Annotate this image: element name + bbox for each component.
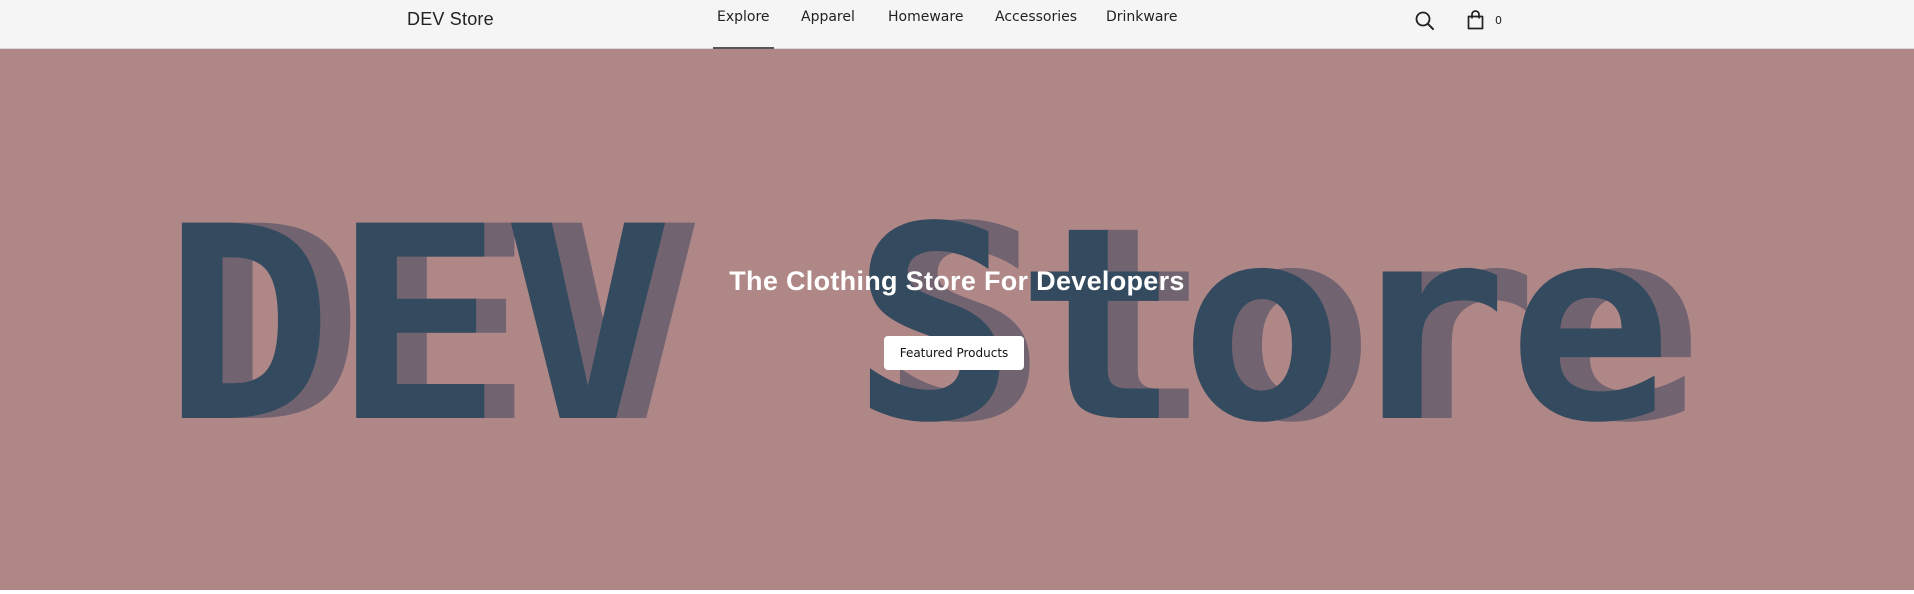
hero-title: The Clothing Store For Developers bbox=[729, 266, 1185, 296]
site-header: DEV Store Explore Apparel Homeware Acces… bbox=[0, 0, 1914, 49]
nav-item-explore[interactable]: Explore bbox=[713, 9, 774, 49]
nav-item-apparel[interactable]: Apparel bbox=[801, 9, 855, 25]
brand-logo[interactable]: DEV Store bbox=[407, 9, 494, 30]
featured-products-button[interactable]: Featured Products bbox=[884, 336, 1024, 370]
nav-item-homeware[interactable]: Homeware bbox=[888, 9, 963, 25]
shopping-bag-icon[interactable] bbox=[1465, 9, 1487, 31]
search-icon[interactable] bbox=[1414, 10, 1436, 32]
hero-art-word-store: Store bbox=[852, 170, 1672, 482]
hero-background-art: DEV Store DEV Store bbox=[163, 170, 1702, 482]
nav-item-accessories[interactable]: Accessories bbox=[995, 9, 1077, 25]
cart-count-badge: 0 bbox=[1495, 14, 1502, 27]
nav-item-drinkware[interactable]: Drinkware bbox=[1106, 9, 1178, 25]
hero-art-word-dev: DEV bbox=[163, 170, 673, 482]
hero-divider bbox=[0, 590, 1914, 594]
hero-banner: DEV Store DEV Store The Clothing Store F… bbox=[0, 49, 1914, 590]
